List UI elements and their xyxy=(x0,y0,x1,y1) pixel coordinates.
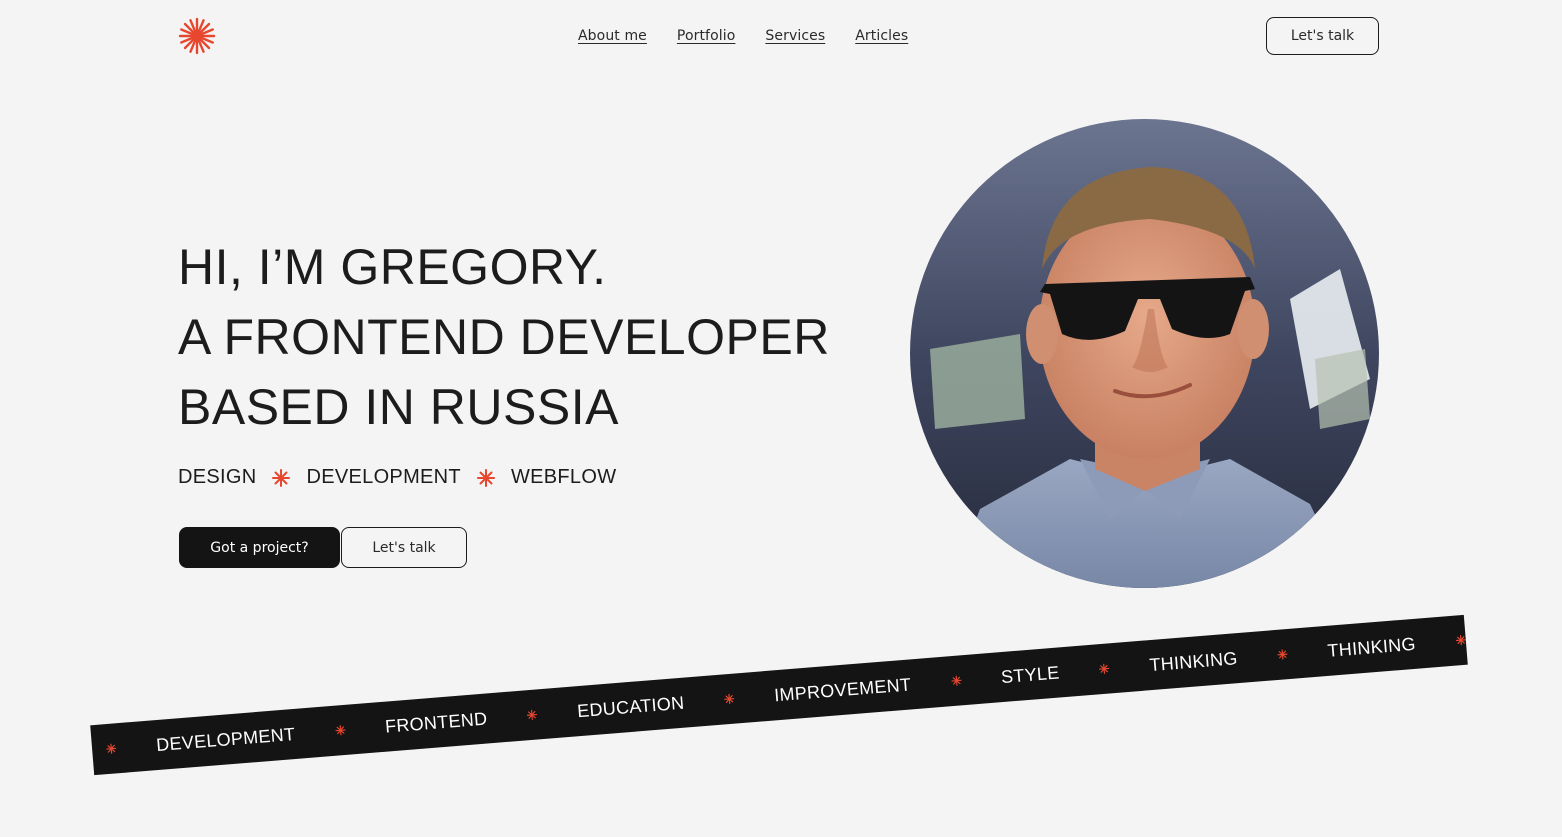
star-separator-icon xyxy=(335,725,346,736)
band-word-improvement: IMPROVEMENT xyxy=(773,673,912,705)
hero-title: HI, I’M GREGORY. A FRONTEND DEVELOPER BA… xyxy=(178,232,830,442)
star-separator-icon xyxy=(724,693,735,705)
band-word-development: DEVELOPMENT xyxy=(155,723,296,755)
logo-icon[interactable] xyxy=(178,17,216,55)
star-separator-icon xyxy=(1455,635,1466,646)
skills-list: DESIGN DEVELOPMENT WEBFLOW xyxy=(178,466,616,489)
skill-design: DESIGN xyxy=(178,466,257,488)
band-word-frontend: FRONTEND xyxy=(384,708,489,737)
hero-title-line-2: A FRONTEND DEVELOPER xyxy=(178,309,830,365)
star-separator-icon xyxy=(476,468,495,487)
header-lets-talk-button[interactable]: Let's talk xyxy=(1266,17,1379,55)
portrait-photo xyxy=(910,119,1379,588)
star-separator-icon xyxy=(951,675,962,686)
nav-services[interactable]: Services xyxy=(765,28,825,44)
marquee-band: DEVELOPMENT FRONTEND EDUCATION IMPROVEME… xyxy=(90,614,1468,776)
nav-articles[interactable]: Articles xyxy=(855,28,908,44)
star-separator-icon xyxy=(1277,649,1288,660)
star-separator-icon xyxy=(106,743,117,754)
skill-development: DEVELOPMENT xyxy=(306,466,461,488)
got-a-project-button[interactable]: Got a project? xyxy=(179,527,340,568)
band-word-style: STYLE xyxy=(1000,661,1061,687)
band-word-thinking: THINKING xyxy=(1148,647,1239,675)
star-separator-icon xyxy=(527,709,538,720)
band-word-education: EDUCATION xyxy=(576,692,686,721)
hero-title-line-3: BASED IN RUSSIA xyxy=(178,379,619,435)
nav-portfolio[interactable]: Portfolio xyxy=(677,28,736,44)
main-nav: About me Portfolio Services Articles xyxy=(578,28,908,44)
hero-buttons: Got a project? Let's talk xyxy=(179,527,467,568)
hero-title-line-1: HI, I’M GREGORY. xyxy=(178,239,607,295)
lets-talk-button[interactable]: Let's talk xyxy=(341,527,467,568)
star-separator-icon xyxy=(1099,663,1110,674)
band-word-thinking-2: THINKING xyxy=(1326,633,1417,661)
star-separator-icon xyxy=(272,468,291,487)
skill-webflow: WEBFLOW xyxy=(510,466,617,488)
nav-about-me[interactable]: About me xyxy=(578,28,647,44)
